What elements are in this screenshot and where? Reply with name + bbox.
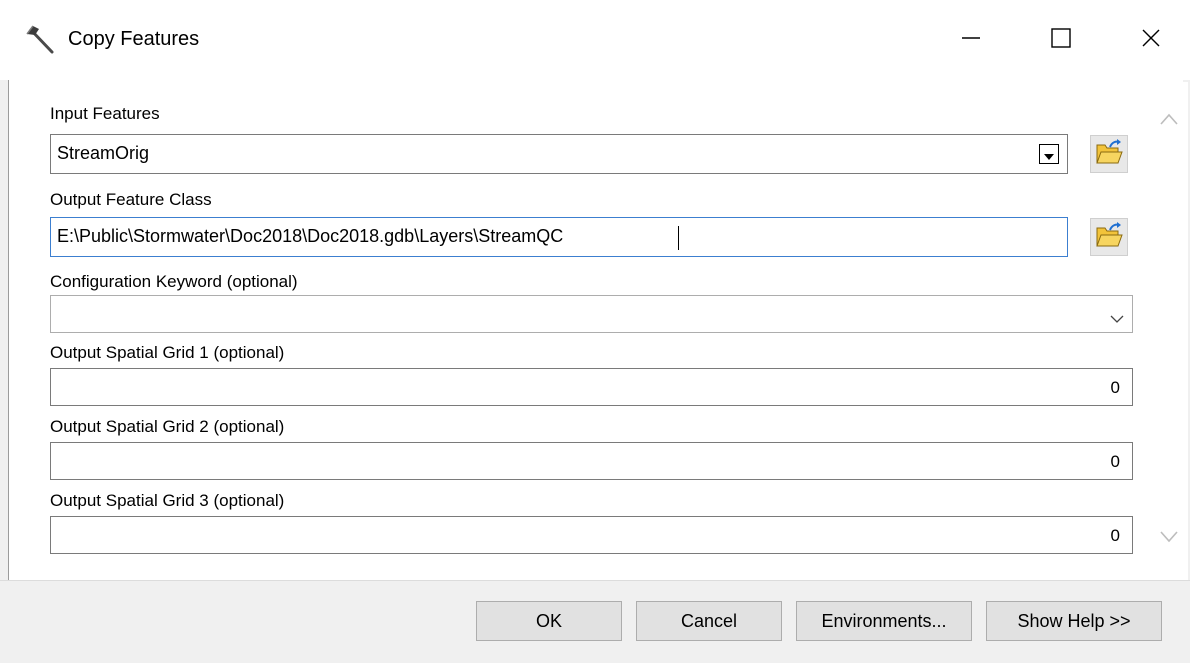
environments-button[interactable]: Environments... [796,601,972,641]
input-features-value: StreamOrig [57,143,150,163]
output-feature-class-input[interactable]: E:\Public\Stormwater\Doc2018\Doc2018.gdb… [50,217,1068,257]
configuration-keyword-label: Configuration Keyword (optional) [50,272,298,291]
chevron-down-icon [1110,308,1124,329]
configuration-keyword-dropdown[interactable] [50,295,1133,333]
triangle-down-icon [1044,144,1054,165]
spatial-grid-1-label: Output Spatial Grid 1 (optional) [50,343,285,362]
cancel-button[interactable]: Cancel [636,601,782,641]
scroll-up-arrow-icon[interactable] [1160,112,1178,130]
spatial-grid-1-input[interactable]: 0 [50,368,1133,406]
vertical-scrollbar[interactable] [1148,82,1188,580]
output-feature-class-browse-button[interactable] [1090,218,1128,256]
input-features-label: Input Features [50,104,160,123]
output-feature-class-value: E:\Public\Stormwater\Doc2018\Doc2018.gdb… [57,226,564,246]
input-features-dropdown-button[interactable] [1039,144,1059,164]
close-icon [1141,28,1161,53]
minimize-button[interactable] [932,0,1010,80]
spatial-grid-1-value: 0 [1110,378,1120,397]
scroll-down-arrow-icon[interactable] [1160,530,1178,548]
output-feature-class-label: Output Feature Class [50,190,212,209]
open-folder-icon [1095,138,1123,170]
text-cursor [678,226,679,250]
spatial-grid-2-value: 0 [1110,452,1120,471]
maximize-icon [1051,27,1071,53]
spatial-grid-2-input[interactable]: 0 [50,442,1133,480]
spatial-grid-3-value: 0 [1110,526,1120,545]
show-help-button[interactable]: Show Help >> [986,601,1162,641]
copy-features-dialog: Copy Features Input Features StreamOrig [0,0,1190,663]
close-button[interactable] [1112,0,1190,80]
spatial-grid-3-input[interactable]: 0 [50,516,1133,554]
input-features-combobox[interactable]: StreamOrig [50,134,1068,174]
maximize-button[interactable] [1022,0,1100,80]
title-bar[interactable]: Copy Features [0,0,1190,80]
spatial-grid-3-label: Output Spatial Grid 3 (optional) [50,491,285,510]
hammer-icon [24,22,60,58]
input-features-browse-button[interactable] [1090,135,1128,173]
ok-button[interactable]: OK [476,601,622,641]
minimize-icon [961,28,981,53]
spatial-grid-2-label: Output Spatial Grid 2 (optional) [50,417,285,436]
open-folder-icon [1095,221,1123,253]
window-title: Copy Features [68,28,200,50]
